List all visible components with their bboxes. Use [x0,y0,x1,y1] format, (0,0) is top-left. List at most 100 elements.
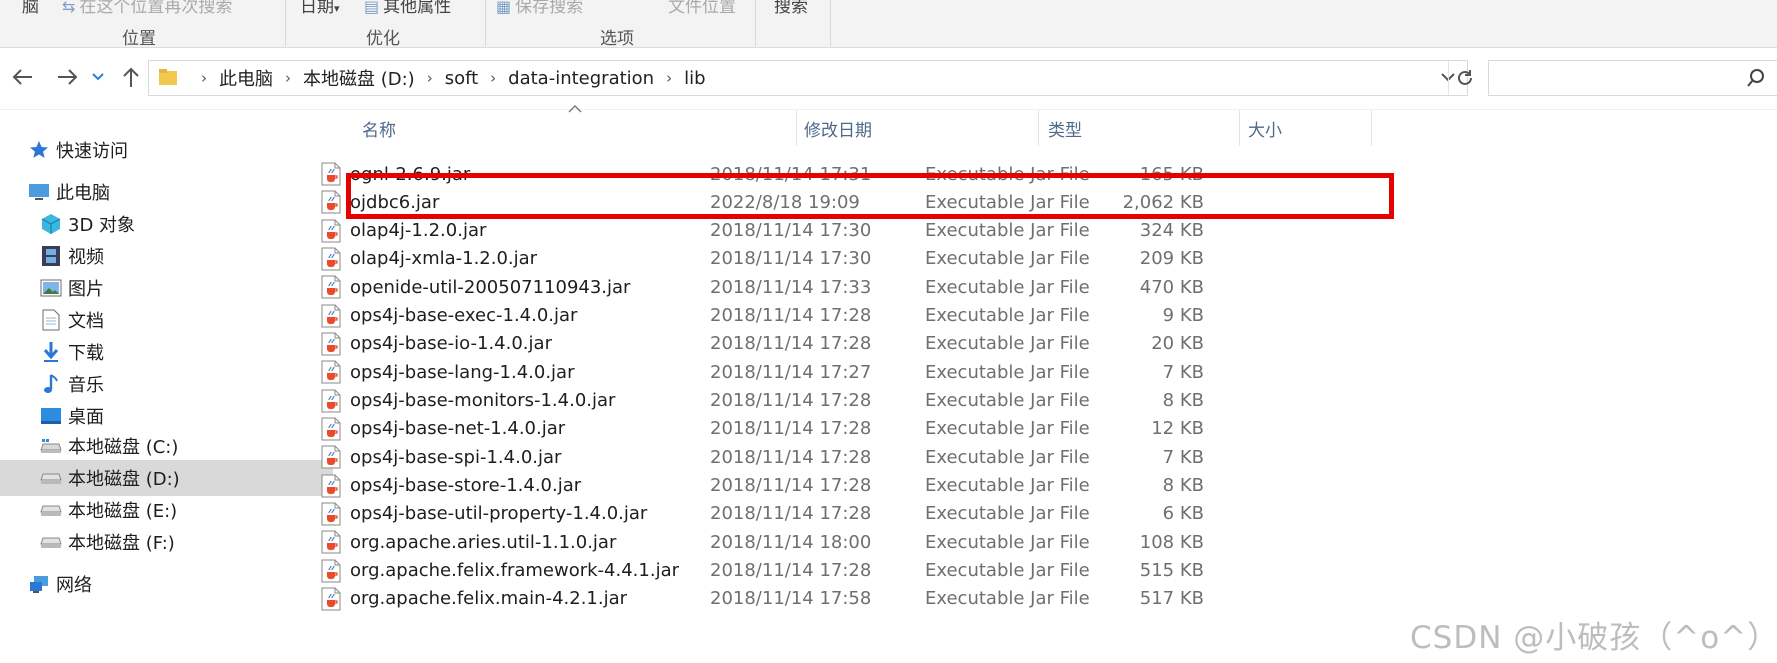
jar-file-icon [321,190,341,214]
nav-item-documents[interactable]: 文档 [0,302,333,338]
file-name-cell: olap4j-1.2.0.jar [320,215,700,247]
forward-button[interactable] [52,62,82,92]
file-size-cell: 7 KB [1162,361,1204,383]
back-button[interactable] [8,62,38,92]
nav-item-videos[interactable]: 视频 [0,238,333,274]
nav-label: 本地磁盘 (D:) [68,469,180,490]
file-type-cell: Executable Jar File [925,276,1090,298]
chevron-right-icon[interactable]: › [427,69,433,87]
nav-item-drive-f[interactable]: 本地磁盘 (F:) [0,524,333,560]
nav-item-drive-d[interactable]: 本地磁盘 (D:) [0,460,333,496]
file-name-cell: openide-util-200507110943.jar [320,271,700,303]
file-row[interactable]: org.apache.felix.main-4.2.1.jar 2018/11/1… [321,583,1777,615]
ribbon-button-save-search[interactable]: ▦ 保存搜索 [496,0,583,17]
file-list: 名称 修改日期 类型 大小 ognl-2.6.9.jar 2018/11/14 1… [321,105,1777,663]
file-name-cell: ops4j-base-exec-1.4.0.jar [320,300,700,332]
up-button[interactable] [116,62,146,92]
nav-item-drive-e[interactable]: 本地磁盘 (E:) [0,492,333,528]
refresh-button[interactable] [1448,61,1480,95]
ribbon: 脑 ⇆ 在这个位置再次搜索 日期▾ ▤ 其他属性 ▦ 保存搜索 文件位置 搜索 位置 … [0,0,1777,48]
file-modified-cell: 2018/11/14 17:28 [710,390,872,412]
ribbon-button-date[interactable]: 日期▾ [300,0,340,17]
file-row[interactable]: ops4j-base-io-1.4.0.jar 2018/11/14 17:28 E… [321,328,1777,360]
file-row[interactable]: org.apache.felix.framework-4.4.1.jar 2018… [321,555,1777,587]
file-row[interactable]: olap4j-xmla-1.2.0.jar 2018/11/14 17:30 Exe… [321,243,1777,275]
chevron-right-icon[interactable]: › [490,69,496,87]
file-type-cell: Executable Jar File [925,588,1090,610]
jar-file-icon [321,417,341,441]
ribbon-button-file-location[interactable]: 文件位置 [668,0,736,17]
3d-objects-icon [40,213,62,235]
file-size-cell: 20 KB [1151,333,1204,355]
file-row[interactable]: ops4j-base-net-1.4.0.jar 2018/11/14 17:28… [321,413,1777,445]
file-row[interactable]: openide-util-200507110943.jar 2018/11/14 … [321,271,1777,303]
computer-icon [28,181,50,203]
file-name-cell: olap4j-xmla-1.2.0.jar [320,243,700,275]
network-icon [28,573,50,595]
ribbon-button-search[interactable]: 搜索 [774,0,808,17]
ribbon-button-computer[interactable]: 脑 [22,0,39,17]
column-divider[interactable] [796,110,797,146]
nav-item-network[interactable]: 网络 [0,566,333,602]
column-header-modified[interactable]: 修改日期 [804,110,1004,146]
chevron-right-icon[interactable]: › [201,69,207,87]
column-header-type[interactable]: 类型 [1048,110,1198,146]
nav-label: 下载 [68,343,104,364]
file-type-cell: Executable Jar File [925,191,1090,213]
crumb-soft[interactable]: soft [445,68,478,89]
search-again-icon: ⇆ [62,0,76,16]
nav-item-pictures[interactable]: 图片 [0,270,333,306]
file-row[interactable]: ops4j-base-util-property-1.4.0.jar 2018/1… [321,498,1777,530]
file-row[interactable]: ops4j-base-store-1.4.0.jar 2018/11/14 17:… [321,470,1777,502]
refresh-icon [1457,70,1472,85]
column-header-size[interactable]: 大小 [1248,110,1348,146]
search-icon [1747,69,1764,87]
column-divider[interactable] [1239,110,1240,146]
file-name: olap4j-1.2.0.jar [350,220,487,242]
jar-file-icon [321,389,341,413]
file-row[interactable]: org.apache.aries.util-1.1.0.jar 2018/11/1… [321,526,1777,558]
crumb-lib[interactable]: lib [684,68,705,89]
navigation-pane: 快速访问 此电脑 3D 对象 视频 图片 文档 下载 音乐 桌面 本地磁盘 (C… [0,110,333,663]
column-header-name[interactable]: 名称 [362,110,732,146]
save-search-icon: ▦ [496,0,512,16]
file-row[interactable]: ognl-2.6.9.jar 2018/11/14 17:31 Executable… [321,158,1777,190]
nav-label: 桌面 [68,407,104,428]
recent-locations-button[interactable] [88,62,108,92]
ribbon-group-location: 位置 [122,29,156,48]
file-row[interactable]: olap4j-1.2.0.jar 2018/11/14 17:30 Executab… [321,215,1777,247]
column-divider[interactable] [1371,110,1372,146]
nav-item-quick-access[interactable]: 快速访问 [0,132,333,168]
column-divider[interactable] [1038,110,1039,146]
file-row[interactable]: ops4j-base-spi-1.4.0.jar 2018/11/14 17:28… [321,441,1777,473]
jar-file-icon [321,332,341,356]
chevron-right-icon[interactable]: › [666,69,672,87]
nav-item-music[interactable]: 音乐 [0,366,333,402]
file-row[interactable]: ops4j-base-exec-1.4.0.jar 2018/11/14 17:2… [321,300,1777,332]
file-row[interactable]: ops4j-base-lang-1.4.0.jar 2018/11/14 17:2… [321,356,1777,388]
chevron-right-icon[interactable]: › [285,69,291,87]
crumb-this-pc[interactable]: 此电脑 [219,65,273,91]
address-bar[interactable]: › 此电脑 › 本地磁盘 (D:) › soft › data-integrat… [148,60,1468,96]
jar-file-icon [321,275,341,299]
crumb-data-integration[interactable]: data-integration [508,68,654,89]
file-modified-cell: 2018/11/14 17:28 [710,333,872,355]
crumb-drive-d[interactable]: 本地磁盘 (D:) [303,65,415,91]
nav-item-3d-objects[interactable]: 3D 对象 [0,206,333,242]
file-row[interactable]: ojdbc6.jar 2022/8/18 19:09 Executable Jar … [321,186,1777,218]
nav-item-drive-c[interactable]: 本地磁盘 (C:) [0,428,333,464]
back-arrow-icon [12,69,32,85]
file-row[interactable]: ops4j-base-monitors-1.4.0.jar 2018/11/14 … [321,385,1777,417]
file-size-cell: 517 KB [1139,588,1204,610]
ribbon-button-other-properties[interactable]: ▤ 其他属性 [364,0,451,17]
ribbon-button-search-again[interactable]: ⇆ 在这个位置再次搜索 [62,0,232,17]
nav-label: 音乐 [68,375,104,396]
search-input[interactable] [1488,60,1777,96]
nav-item-downloads[interactable]: 下载 [0,334,333,370]
file-type-cell: Executable Jar File [925,390,1090,412]
file-name: ops4j-base-monitors-1.4.0.jar [350,390,616,412]
file-modified-cell: 2018/11/14 17:28 [710,446,872,468]
nav-item-this-pc[interactable]: 此电脑 [0,174,333,210]
file-size-cell: 6 KB [1162,503,1204,525]
file-modified-cell: 2018/11/14 17:28 [710,560,872,582]
